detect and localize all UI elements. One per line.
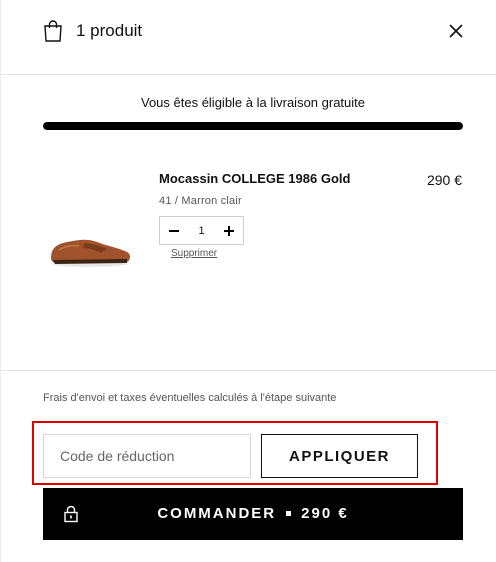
cart-count: 1 produit [76, 21, 143, 40]
cart-drawer: 1 produit Vous êtes éligible à la livrai… [0, 0, 496, 562]
remove-item-link[interactable]: Supprimer [171, 248, 217, 259]
checkout-total: 290 € [301, 505, 349, 522]
close-icon[interactable] [445, 20, 467, 42]
separator-dot [286, 510, 292, 516]
checkout-text: COMMANDER [157, 505, 277, 522]
quantity-value: 1 [198, 224, 205, 237]
quantity-stepper: 1 [159, 216, 244, 245]
plus-icon-vertical [228, 225, 230, 236]
checkout-label: COMMANDER 290 € [43, 505, 463, 522]
free-shipping-progress [43, 122, 463, 130]
checkout-button[interactable]: COMMANDER 290 € [43, 488, 463, 540]
shopping-bag-icon [44, 20, 62, 42]
product-price: 290 € [426, 172, 462, 188]
minus-icon [169, 229, 179, 232]
cart-header: 1 produit [1, 0, 496, 75]
product-variant: 41 / Marron clair [159, 195, 242, 207]
progress-fill [43, 122, 463, 130]
decrease-quantity-button[interactable] [166, 223, 182, 239]
product-image[interactable] [45, 220, 135, 270]
discount-code-input[interactable] [43, 434, 251, 478]
product-name[interactable]: Mocassin COLLEGE 1986 Gold [159, 171, 350, 186]
footer-divider [1, 370, 496, 371]
apply-discount-button[interactable]: APPLIQUER [261, 434, 418, 478]
free-shipping-message: Vous êtes éligible à la livraison gratui… [140, 95, 366, 110]
shipping-tax-note: Frais d'envoi et taxes éventuelles calcu… [43, 392, 337, 404]
increase-quantity-button[interactable] [221, 223, 237, 239]
